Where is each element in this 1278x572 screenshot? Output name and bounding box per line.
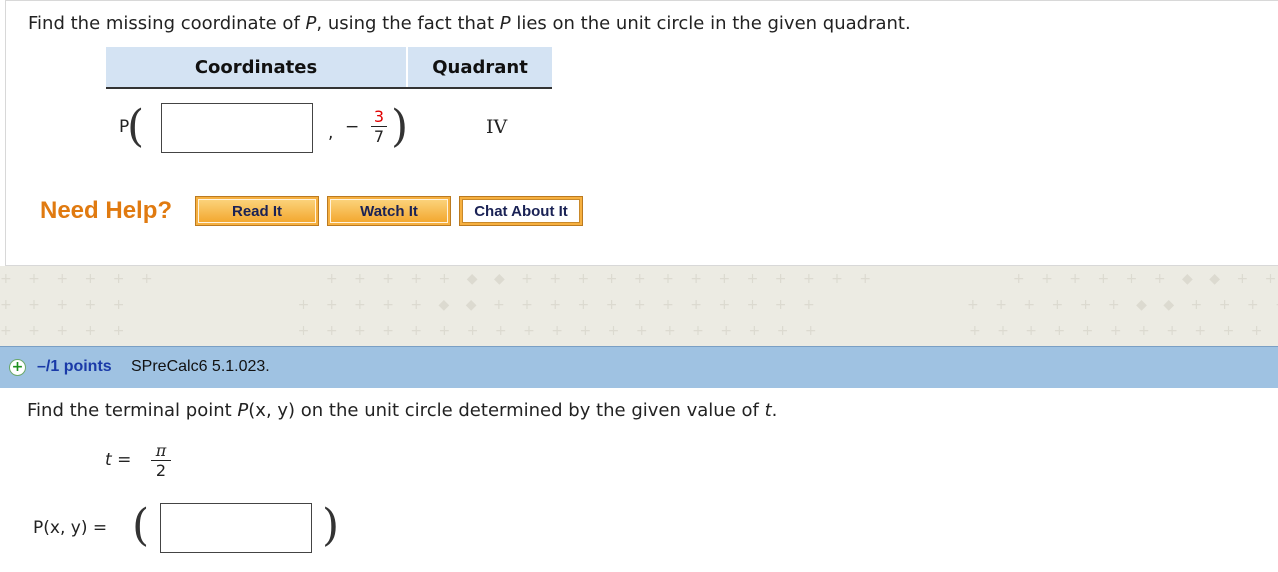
y-numerator: 3 <box>371 107 387 127</box>
y-fraction: 3 7 <box>371 107 387 146</box>
y-denominator: 7 <box>373 127 385 146</box>
t-equation: t = <box>105 450 132 470</box>
points-label: –/1 points <box>37 358 112 375</box>
watch-it-label: Watch It <box>330 199 448 223</box>
read-it-label: Read It <box>198 199 316 223</box>
coordinate-comma: , <box>328 123 334 143</box>
t-denominator: 2 <box>155 461 167 480</box>
terminal-point-input[interactable] <box>160 503 312 553</box>
question-2-header: + –/1 points SPreCalc6 5.1.023. <box>0 346 1278 388</box>
plus-icon[interactable]: + <box>9 359 26 376</box>
chat-about-it-label: Chat About It <box>462 199 580 223</box>
question-id: SPreCalc6 5.1.023. <box>131 358 270 375</box>
need-help-label: Need Help? <box>40 197 173 224</box>
question-1-panel: Find the missing coordinate of P, using … <box>5 0 1278 266</box>
decorative-separator: + + + + + + + + + + + ◆ ◆ + + + + + + + … <box>0 266 1278 346</box>
quadrant-value: IV <box>486 116 508 138</box>
pxy-label: P(x, y) = <box>33 518 108 538</box>
question-2-text: Find the terminal point P(x, y) on the u… <box>27 400 778 421</box>
watch-it-button[interactable]: Watch It <box>327 196 451 226</box>
y-sign: − <box>345 117 360 137</box>
question-1-text: Find the missing coordinate of P, using … <box>28 13 911 34</box>
close-paren: ) <box>391 101 409 152</box>
answer-open-paren: ( <box>132 500 150 551</box>
t-fraction: π 2 <box>151 441 171 480</box>
quadrant-header: Quadrant <box>432 56 528 78</box>
separator-pattern: + + + + + + + + + + + ◆ ◆ + + + + + + + … <box>0 271 1278 339</box>
open-paren: ( <box>127 101 145 152</box>
coordinates-header: Coordinates <box>106 47 408 87</box>
chat-about-it-button[interactable]: Chat About It <box>459 196 583 226</box>
coordinates-table: Coordinates Quadrant <box>106 47 552 89</box>
x-coordinate-input[interactable] <box>161 103 313 153</box>
table-header-row: Coordinates Quadrant <box>106 47 552 89</box>
answer-close-paren: ) <box>322 500 340 551</box>
read-it-button[interactable]: Read It <box>195 196 319 226</box>
t-numerator: π <box>151 441 171 461</box>
